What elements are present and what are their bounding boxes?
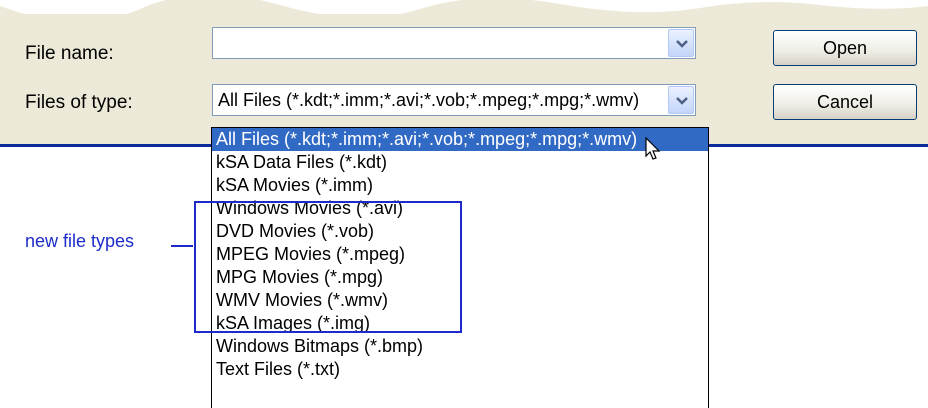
files-of-type-dropdown-button[interactable]: [668, 86, 694, 114]
file-name-combobox[interactable]: [212, 27, 696, 59]
file-name-dropdown-button[interactable]: [668, 29, 694, 57]
new-file-types-highlight: [194, 201, 462, 333]
open-button[interactable]: Open: [773, 30, 917, 66]
list-item[interactable]: Text Files (*.txt): [212, 358, 708, 381]
list-item[interactable]: All Files (*.kdt;*.imm;*.avi;*.vob;*.mpe…: [212, 128, 708, 151]
chevron-down-icon: [676, 97, 688, 105]
annotation-connector-line: [171, 245, 193, 247]
torn-edge-decoration: [0, 0, 928, 14]
files-of-type-combobox[interactable]: All Files (*.kdt;*.imm;*.avi;*.vob;*.mpe…: [212, 84, 696, 116]
files-of-type-value[interactable]: All Files (*.kdt;*.imm;*.avi;*.vob;*.mpe…: [218, 90, 663, 111]
file-name-label: File name:: [25, 43, 114, 64]
mouse-cursor-icon: [645, 137, 661, 160]
file-dialog: File name: Files of type: All Files (*.k…: [0, 0, 928, 144]
list-item[interactable]: kSA Data Files (*.kdt): [212, 151, 708, 174]
list-item[interactable]: kSA Movies (*.imm): [212, 174, 708, 197]
files-of-type-label: Files of type:: [25, 92, 133, 113]
list-item[interactable]: Windows Bitmaps (*.bmp): [212, 335, 708, 358]
annotation-label: new file types: [25, 231, 135, 251]
chevron-down-icon: [676, 40, 688, 48]
cancel-button[interactable]: Cancel: [773, 84, 917, 120]
